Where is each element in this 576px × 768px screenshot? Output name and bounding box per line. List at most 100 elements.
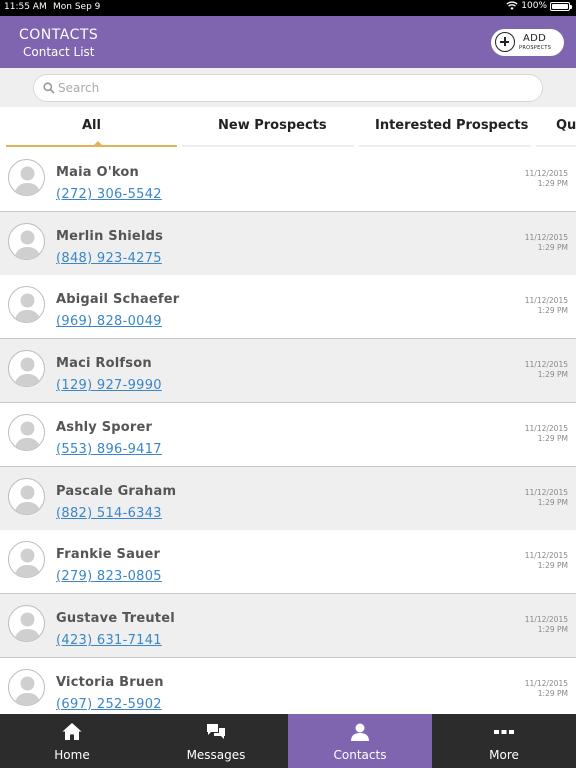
contact-timestamp: 11/12/2015 1:29 PM	[525, 679, 568, 699]
contact-phone-link[interactable]: (553) 896-9417	[56, 442, 162, 457]
home-icon	[62, 723, 82, 740]
avatar-placeholder-icon	[8, 222, 45, 260]
contact-timestamp: 11/12/2015 1:29 PM	[525, 551, 568, 571]
contact-time: 1:29 PM	[537, 179, 568, 188]
tab-indicator-caret	[94, 141, 102, 145]
add-button-label: ADD	[523, 33, 547, 44]
contact-time: 1:29 PM	[537, 433, 568, 443]
contact-row[interactable]: Victoria Bruen (697) 252-5902 11/12/2015…	[0, 657, 576, 714]
contact-time: 1:29 PM	[537, 370, 568, 380]
contact-timestamp: 11/12/2015 1:29 PM	[525, 360, 568, 380]
contact-name: Maci Rolfson	[56, 356, 152, 372]
contact-phone-link[interactable]: (423) 631-7141	[56, 633, 162, 648]
page-title: CONTACTS	[19, 27, 99, 43]
contact-time: 1:29 PM	[537, 624, 568, 634]
contact-name: Maia O'kon	[56, 165, 139, 180]
contact-time: 1:29 PM	[537, 497, 568, 507]
avatar-placeholder-icon	[8, 350, 45, 388]
contact-date: 11/12/2015	[524, 169, 568, 178]
contact-row[interactable]: Maia O'kon (272) 306-5542 11/12/2015 1:2…	[0, 148, 576, 212]
tab-new-prospects[interactable]: New Prospects	[182, 107, 354, 148]
contact-time: 1:29 PM	[537, 561, 568, 571]
tabbar-label: More	[489, 748, 519, 762]
search-icon	[43, 82, 55, 94]
tab-label: New Prospects	[218, 118, 327, 133]
status-date: Mon Sep 9	[53, 2, 101, 12]
avatar-placeholder-icon	[8, 668, 45, 706]
contact-timestamp: 11/12/2015 1:29 PM	[525, 424, 568, 444]
tab-all[interactable]: All	[6, 107, 177, 148]
contact-list: Maia O'kon (272) 306-5542 11/12/2015 1:2…	[0, 148, 576, 714]
avatar-placeholder-icon	[8, 413, 45, 451]
contact-phone-link[interactable]: (129) 927-9990	[56, 378, 162, 393]
search-bar	[0, 68, 576, 107]
contact-row[interactable]: Gustave Treutel (423) 631-7141 11/12/201…	[0, 593, 576, 658]
tab-label: Interested Prospects	[375, 118, 529, 133]
battery-percent: 100%	[521, 1, 547, 11]
contact-date: 11/12/2015	[524, 296, 568, 306]
contact-name: Gustave Treutel	[56, 610, 175, 626]
add-prospects-button[interactable]: ADD PROSPECTS	[491, 29, 564, 56]
avatar-placeholder-icon	[8, 477, 45, 515]
contact-phone-link[interactable]: (969) 828-0049	[56, 314, 162, 329]
contact-row[interactable]: Ashly Sporer (553) 896-9417 11/12/2015 1…	[0, 402, 576, 467]
contact-timestamp: 11/12/2015 1:29 PM	[525, 169, 568, 189]
tabbar-messages[interactable]: Messages	[144, 714, 288, 768]
tabbar-label: Home	[54, 748, 90, 762]
avatar-placeholder-icon	[8, 159, 45, 196]
messages-icon	[207, 724, 225, 739]
contact-date: 11/12/2015	[524, 232, 568, 242]
contact-phone-link[interactable]: (848) 923-4275	[56, 251, 162, 266]
contact-timestamp: 11/12/2015 1:29 PM	[525, 233, 568, 253]
plus-circle-icon	[495, 32, 515, 52]
contact-time: 1:29 PM	[537, 242, 568, 252]
contact-row[interactable]: Merlin Shields (848) 923-4275 11/12/2015…	[0, 211, 576, 276]
contact-name: Victoria Bruen	[56, 674, 164, 690]
search-field[interactable]	[33, 74, 543, 102]
add-button-sublabel: PROSPECTS	[519, 45, 552, 51]
contacts-icon	[351, 723, 369, 741]
contact-name: Merlin Shields	[56, 228, 164, 244]
contact-row[interactable]: Pascale Graham (882) 514-6343 11/12/2015…	[0, 466, 576, 531]
tabbar-label: Contacts	[333, 748, 387, 762]
contact-date: 11/12/2015	[524, 551, 568, 561]
tab-qualified[interactable]: Qu	[536, 107, 576, 148]
status-bar: 11:55 AM Mon Sep 9 100%	[0, 0, 576, 16]
app-header: CONTACTS Contact List ADD PROSPECTS	[0, 16, 576, 68]
contact-row[interactable]: Abigail Schaefer (969) 828-0049 11/12/20…	[0, 275, 576, 340]
page-subtitle: Contact List	[23, 45, 95, 59]
contact-phone-link[interactable]: (882) 514-6343	[56, 506, 162, 521]
contact-name: Abigail Schaefer	[56, 292, 180, 308]
contact-date: 11/12/2015	[524, 614, 568, 624]
tabbar-home[interactable]: Home	[0, 714, 144, 768]
tab-label: All	[82, 118, 101, 133]
contact-row[interactable]: Frankie Sauer (279) 823-0805 11/12/2015 …	[0, 530, 576, 595]
search-input[interactable]	[58, 77, 528, 99]
avatar-placeholder-icon	[8, 604, 45, 642]
status-indicators: 100%	[506, 1, 572, 11]
contact-phone-link[interactable]: (272) 306-5542	[56, 187, 162, 202]
tab-label: Qu	[556, 118, 576, 133]
contact-name: Pascale Graham	[56, 483, 177, 499]
contact-time: 1:29 PM	[537, 688, 568, 698]
tabbar-more[interactable]: More	[432, 714, 576, 768]
tab-interested-prospects[interactable]: Interested Prospects	[359, 107, 531, 148]
contact-date: 11/12/2015	[524, 487, 568, 497]
bottom-tab-bar: Home Messages Contacts More	[0, 714, 576, 768]
avatar-placeholder-icon	[8, 286, 45, 324]
contact-timestamp: 11/12/2015 1:29 PM	[525, 296, 568, 316]
tabbar-contacts[interactable]: Contacts	[288, 714, 432, 768]
contact-date: 11/12/2015	[524, 423, 568, 433]
contact-date: 11/12/2015	[524, 678, 568, 688]
contact-phone-link[interactable]: (697) 252-5902	[56, 697, 162, 712]
contact-date: 11/12/2015	[524, 360, 568, 370]
avatar-placeholder-icon	[8, 541, 45, 579]
status-time: 11:55 AM	[4, 2, 47, 12]
wifi-icon	[506, 1, 518, 10]
filter-tabs: All New Prospects Interested Prospects Q…	[0, 107, 576, 148]
contact-name: Frankie Sauer	[56, 547, 161, 563]
contact-phone-link[interactable]: (279) 823-0805	[56, 569, 162, 584]
more-icon	[494, 730, 514, 734]
contact-time: 1:29 PM	[537, 306, 568, 316]
contact-row[interactable]: Maci Rolfson (129) 927-9990 11/12/2015 1…	[0, 339, 576, 404]
